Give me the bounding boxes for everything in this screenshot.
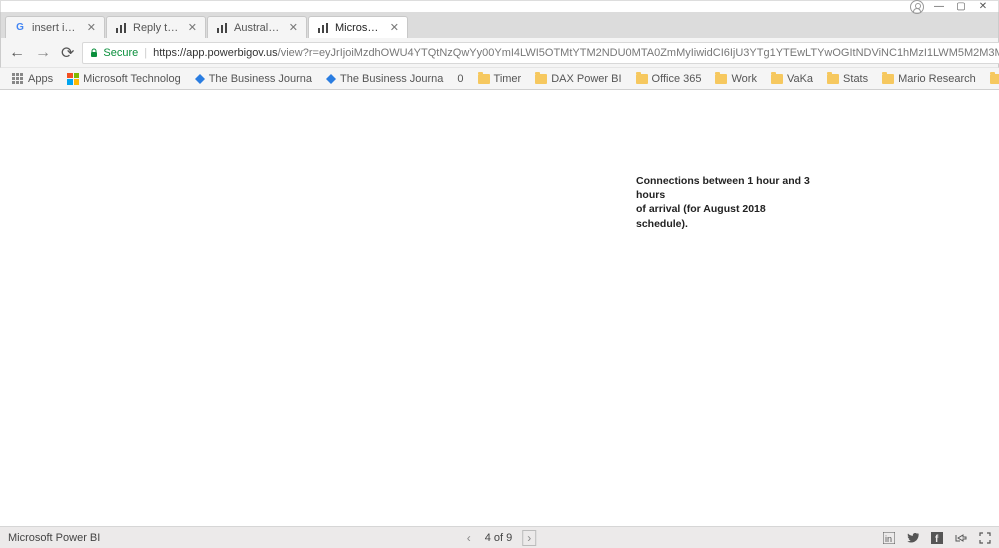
- lock-icon: [89, 48, 99, 58]
- apps-grid-icon: [12, 73, 24, 85]
- bookmark-office365[interactable]: Office 365: [632, 71, 706, 87]
- google-favicon-icon: G: [14, 22, 26, 34]
- forward-icon[interactable]: →: [35, 44, 51, 62]
- chart-favicon-icon: [216, 22, 228, 34]
- apps-button[interactable]: Apps: [8, 71, 57, 87]
- bookmark-work[interactable]: Work: [711, 71, 760, 87]
- tab-reply[interactable]: Reply to Message - Mic ✕: [106, 16, 206, 38]
- window-titlebar: — ▢ ✕: [0, 0, 999, 12]
- account-icon[interactable]: [910, 0, 924, 14]
- folder-icon: [827, 74, 839, 84]
- linkedin-icon[interactable]: in: [883, 532, 895, 544]
- close-icon[interactable]: ✕: [978, 2, 988, 12]
- prev-page-icon[interactable]: ‹: [463, 531, 475, 545]
- page-indicator: 4 of 9: [485, 532, 513, 544]
- report-footer: Microsoft Power BI ‹ 4 of 9 › in f: [0, 526, 999, 548]
- url-text: https://app.powerbigov.us/view?r=eyJrIjo…: [153, 47, 999, 59]
- secure-indicator: Secure: [89, 47, 138, 59]
- bookmark-biz-journal-2[interactable]: The Business Journa: [322, 71, 447, 87]
- address-bar-row: ← → ⟳ Secure | https://app.powerbigov.us…: [0, 38, 999, 68]
- minimize-icon[interactable]: —: [934, 2, 944, 12]
- window-controls: — ▢ ✕: [934, 2, 996, 12]
- next-page-icon[interactable]: ›: [522, 530, 536, 546]
- browser-tabstrip: G insert image in powerbi ✕ Reply to Mes…: [0, 12, 999, 38]
- secure-label: Secure: [103, 47, 138, 59]
- footer-brand: Microsoft Power BI: [8, 532, 100, 544]
- tab-close-icon[interactable]: ✕: [390, 21, 399, 34]
- maximize-icon[interactable]: ▢: [956, 2, 966, 12]
- bookmark-dax[interactable]: DAX Power BI: [531, 71, 625, 87]
- folder-icon: [636, 74, 648, 84]
- footer-share: in f: [883, 532, 991, 544]
- bookmarks-bar: Apps Microsoft Technolog The Business Jo…: [0, 68, 999, 90]
- tab-study[interactable]: AustralasiaStudy - Powe ✕: [207, 16, 307, 38]
- bookmark-timer[interactable]: Timer: [474, 71, 526, 87]
- bookmark-vaka[interactable]: VaKa: [767, 71, 817, 87]
- bookmark-stats[interactable]: Stats: [823, 71, 872, 87]
- tab-close-icon[interactable]: ✕: [289, 21, 298, 34]
- facebook-icon[interactable]: f: [931, 532, 943, 544]
- bookmark-zero[interactable]: 0: [453, 71, 467, 87]
- share-icon[interactable]: [955, 532, 967, 544]
- report-text: Connections between 1 hour and 3 hours o…: [636, 174, 816, 231]
- tab-close-icon[interactable]: ✕: [87, 21, 96, 34]
- chart-favicon-icon: [317, 22, 329, 34]
- tab-close-icon[interactable]: ✕: [188, 21, 197, 34]
- bookmark-biz-journal-1[interactable]: The Business Journa: [191, 71, 316, 87]
- bookmark-dashboard[interactable]: Dashboard: [986, 71, 999, 87]
- microsoft-icon: [67, 73, 79, 85]
- apps-label: Apps: [28, 73, 53, 85]
- page-navigator: ‹ 4 of 9 ›: [463, 530, 537, 546]
- svg-text:in: in: [885, 534, 892, 544]
- tab-label: AustralasiaStudy - Powe: [234, 22, 283, 34]
- report-canvas: Connections between 1 hour and 3 hours o…: [0, 90, 999, 526]
- address-bar[interactable]: Secure | https://app.powerbigov.us/view?…: [82, 42, 999, 64]
- bookmark-favicon-icon: [326, 74, 336, 84]
- tab-label: insert image in powerbi: [32, 22, 81, 34]
- chart-favicon-icon: [115, 22, 127, 34]
- reload-icon[interactable]: ⟳: [61, 43, 74, 63]
- folder-icon: [715, 74, 727, 84]
- bookmark-mario[interactable]: Mario Research: [878, 71, 980, 87]
- twitter-icon[interactable]: [907, 532, 919, 544]
- tab-label: Reply to Message - Mic: [133, 22, 182, 34]
- nav-arrows: ← → ⟳: [9, 43, 74, 63]
- tab-powerbi[interactable]: Microsoft Power BI ✕: [308, 16, 408, 38]
- bookmark-ms-tech[interactable]: Microsoft Technolog: [63, 71, 185, 87]
- folder-icon: [535, 74, 547, 84]
- tab-label: Microsoft Power BI: [335, 22, 384, 34]
- fullscreen-icon[interactable]: [979, 532, 991, 544]
- tab-search[interactable]: G insert image in powerbi ✕: [5, 16, 105, 38]
- folder-icon: [990, 74, 999, 84]
- folder-icon: [478, 74, 490, 84]
- back-icon[interactable]: ←: [9, 44, 25, 62]
- bookmark-favicon-icon: [195, 74, 205, 84]
- folder-icon: [771, 74, 783, 84]
- folder-icon: [882, 74, 894, 84]
